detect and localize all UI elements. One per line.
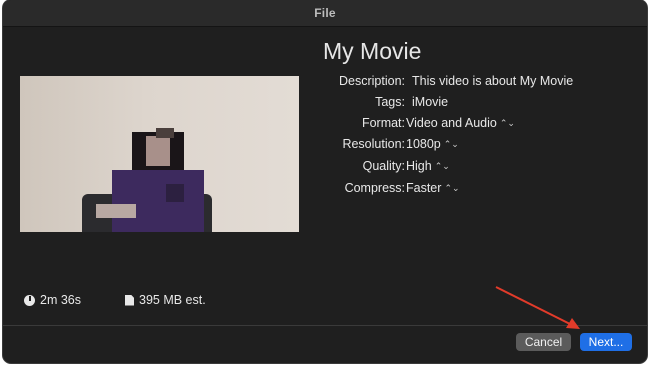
size-value: 395 MB est.	[139, 293, 206, 307]
compress-value: Faster	[406, 181, 442, 195]
format-label: Format:	[361, 116, 405, 130]
export-dialog: File My Movie Description: This video is…	[3, 0, 647, 363]
cancel-button[interactable]: Cancel	[516, 333, 571, 351]
tags-field[interactable]: iMovie	[412, 95, 448, 109]
quality-value: High	[406, 159, 432, 173]
description-field[interactable]: This video is about My Movie	[412, 74, 573, 88]
video-preview-thumbnail	[20, 76, 299, 232]
file-icon	[125, 294, 134, 306]
updown-chevron-icon: ⌃⌄	[434, 161, 450, 171]
updown-chevron-icon: ⌃⌄	[444, 183, 460, 193]
format-value: Video and Audio	[406, 116, 497, 130]
next-button[interactable]: Next...	[580, 333, 632, 351]
compress-select[interactable]: Faster ⌃⌄	[406, 181, 460, 195]
quality-label: Quality:	[362, 159, 405, 173]
window-title: File	[314, 6, 336, 20]
footer-divider	[3, 325, 647, 326]
resolution-label: Resolution:	[342, 137, 405, 151]
updown-chevron-icon: ⌃⌄	[443, 139, 459, 149]
title-bar: File	[3, 0, 647, 27]
size-stat: 395 MB est.	[125, 293, 206, 307]
description-label: Description:	[339, 74, 405, 88]
updown-chevron-icon: ⌃⌄	[499, 118, 515, 128]
compress-label: Compress:	[344, 181, 405, 195]
clock-icon	[24, 294, 35, 306]
resolution-value: 1080p	[406, 137, 441, 151]
tags-label: Tags:	[375, 95, 405, 109]
duration-value: 2m 36s	[40, 293, 81, 307]
quality-select[interactable]: High ⌃⌄	[406, 159, 450, 173]
resolution-select[interactable]: 1080p ⌃⌄	[406, 137, 459, 151]
duration-stat: 2m 36s	[24, 293, 81, 307]
movie-title[interactable]: My Movie	[323, 38, 421, 65]
format-select[interactable]: Video and Audio ⌃⌄	[406, 116, 515, 130]
